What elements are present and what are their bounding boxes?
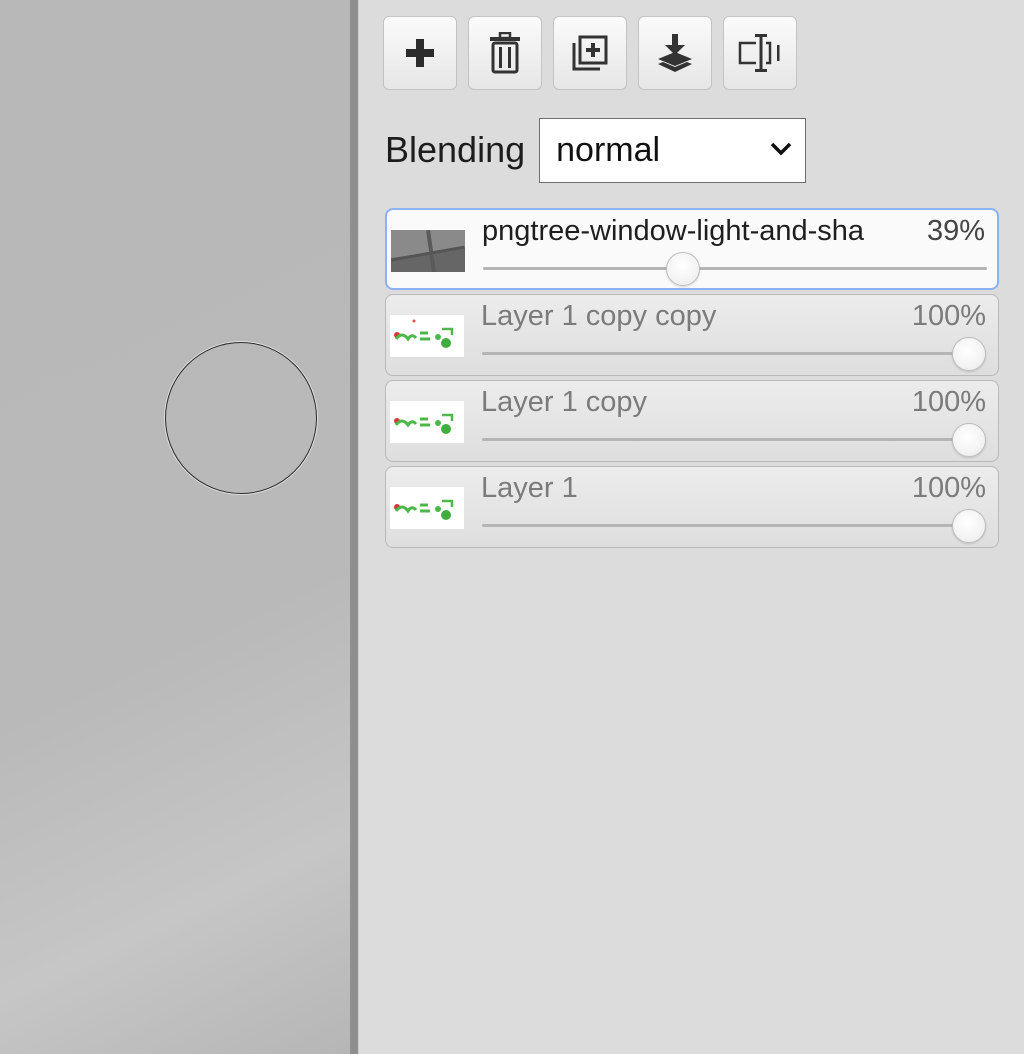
delete-layer-button[interactable] — [468, 16, 542, 90]
layer-opacity-text: 100% — [911, 300, 986, 332]
layer-thumbnail — [391, 230, 465, 272]
layer-item[interactable]: Layer 1 100% — [385, 466, 999, 548]
opacity-slider[interactable] — [483, 252, 987, 286]
layer-opacity-text: 100% — [911, 472, 986, 504]
merge-down-button[interactable] — [638, 16, 712, 90]
blending-select[interactable]: normal — [539, 117, 807, 183]
layer-list: pngtree-window-light-and-sha 39% Layer 1… — [385, 208, 999, 552]
chevron-down-icon — [770, 142, 792, 155]
rename-icon — [738, 34, 780, 72]
panel-splitter[interactable] — [350, 0, 359, 1054]
blending-value: normal — [556, 130, 661, 169]
layer-name: pngtree-window-light-and-sha — [482, 215, 865, 247]
layer-item[interactable]: Layer 1 copy copy 100% — [385, 294, 999, 376]
plus-icon — [406, 39, 434, 67]
layer-name: Layer 1 — [481, 472, 578, 504]
slider-track — [483, 267, 987, 270]
add-layer-button[interactable] — [383, 16, 457, 90]
layer-thumbnail — [390, 315, 464, 357]
layer-thumbnail — [390, 487, 464, 529]
trash-icon — [490, 32, 520, 74]
merge-down-icon — [658, 34, 692, 72]
layer-thumbnail — [390, 401, 464, 443]
slider-track — [482, 524, 986, 527]
slider-knob[interactable] — [952, 509, 986, 543]
opacity-slider[interactable] — [482, 337, 986, 371]
rename-layer-button[interactable] — [723, 16, 797, 90]
canvas-area[interactable] — [0, 0, 350, 1054]
slider-knob[interactable] — [666, 252, 701, 286]
brush-cursor — [165, 342, 317, 494]
layer-opacity-text: 100% — [911, 386, 986, 418]
layer-name: Layer 1 copy — [481, 386, 648, 418]
opacity-slider[interactable] — [482, 509, 986, 543]
slider-knob[interactable] — [952, 423, 986, 457]
layers-panel: Blending normal pngtree-window-light-and… — [359, 0, 1024, 1054]
blending-label: Blending — [385, 129, 526, 170]
layer-name: Layer 1 copy copy — [481, 300, 717, 332]
layer-item[interactable]: pngtree-window-light-and-sha 39% — [385, 208, 999, 290]
slider-knob[interactable] — [952, 337, 986, 371]
blending-row: Blending normal — [385, 117, 807, 183]
opacity-slider[interactable] — [482, 423, 986, 457]
layer-item[interactable]: Layer 1 copy 100% — [385, 380, 999, 462]
layer-opacity-text: 39% — [926, 215, 985, 247]
duplicate-icon — [572, 35, 608, 71]
duplicate-layer-button[interactable] — [553, 16, 627, 90]
slider-track — [482, 352, 986, 355]
layer-toolbar — [383, 16, 797, 90]
slider-track — [482, 438, 986, 441]
